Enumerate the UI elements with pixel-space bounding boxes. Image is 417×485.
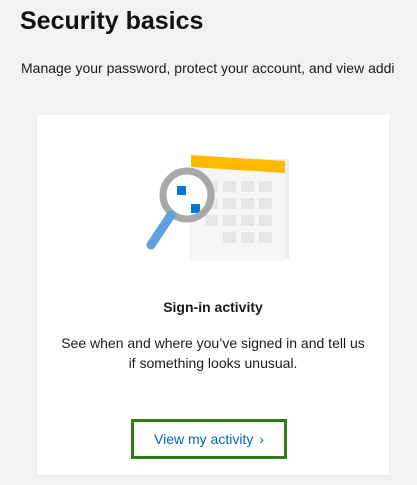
sign-in-activity-card: Sign-in activity See when and where you’… <box>37 115 389 475</box>
chevron-right-icon: › <box>259 431 264 447</box>
view-my-activity-link[interactable]: View my activity › <box>131 419 287 459</box>
card-title: Sign-in activity <box>163 299 263 315</box>
page-title: Security basics <box>20 7 204 35</box>
view-my-activity-label: View my activity <box>154 431 254 447</box>
calendar-magnifier-illustration <box>146 155 289 261</box>
card-description: See when and where you’ve signed in and … <box>61 335 365 371</box>
page-subtitle: Manage your password, protect your accou… <box>21 60 395 76</box>
